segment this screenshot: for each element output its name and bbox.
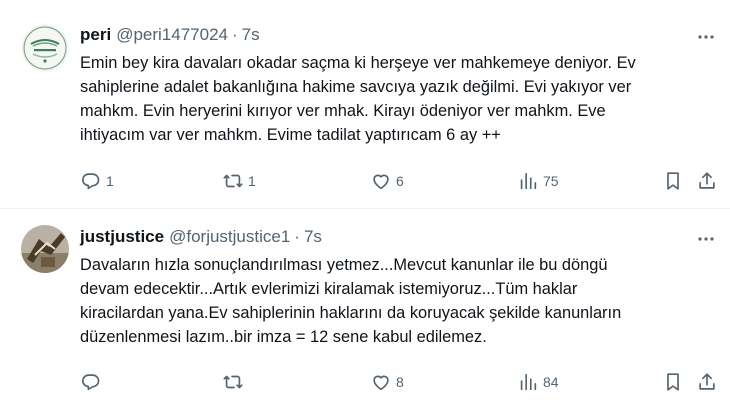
retweet-icon — [223, 375, 243, 389]
reply-button[interactable] — [80, 370, 106, 394]
display-name[interactable]: justjustice — [80, 227, 164, 247]
avatar[interactable] — [21, 24, 69, 72]
tweet[interactable]: justjustice @forjustjustice1 · 7s Davala… — [0, 209, 730, 420]
heart-icon — [373, 375, 389, 391]
user-handle[interactable]: @forjustjustice1 — [169, 227, 290, 247]
separator-dot: · — [231, 25, 238, 44]
circular-logo-avatar-icon — [21, 24, 69, 72]
view-count: 84 — [543, 374, 559, 390]
photo-avatar-icon — [21, 225, 69, 273]
bookmark-icon — [667, 373, 679, 391]
reply-count: 1 — [106, 173, 114, 189]
tweet-header: justjustice @forjustjustice1 · 7s — [80, 226, 322, 248]
tweet-actions: 1 1 6 75 — [80, 169, 720, 193]
bar-chart-icon — [520, 172, 537, 190]
tweet[interactable]: peri @peri1477024 · 7s Emin bey kira dav… — [0, 0, 730, 208]
tweet-text: Emin bey kira davaları okadar saçma ki h… — [80, 54, 636, 144]
retweet-button[interactable]: 1 — [222, 169, 256, 193]
views-button[interactable]: 75 — [517, 169, 559, 193]
reply-icon — [82, 374, 100, 391]
heart-icon — [373, 174, 389, 190]
reply-icon — [82, 173, 100, 190]
retweet-count: 1 — [248, 173, 256, 189]
share-button[interactable] — [696, 370, 718, 394]
timestamp[interactable]: 7s — [304, 227, 322, 247]
tweet-header: peri @peri1477024 · 7s — [80, 24, 260, 46]
bookmark-icon — [667, 172, 679, 190]
share-icon — [699, 373, 715, 390]
user-handle[interactable]: @peri1477024 — [116, 25, 228, 45]
share-button[interactable] — [696, 169, 718, 193]
tweet-text: Davaların hızla sonuçlandırılması yetmez… — [80, 256, 622, 346]
timestamp[interactable]: 7s — [242, 25, 260, 45]
avatar[interactable] — [21, 225, 69, 273]
share-icon — [699, 172, 715, 189]
like-count: 8 — [396, 374, 404, 390]
display-name[interactable]: peri — [80, 25, 111, 45]
bar-chart-icon — [520, 373, 537, 391]
like-button[interactable]: 6 — [370, 169, 404, 193]
separator-dot: · — [294, 227, 300, 246]
more-options-icon[interactable] — [696, 229, 716, 249]
bookmark-button[interactable] — [662, 370, 684, 394]
bookmark-button[interactable] — [662, 169, 684, 193]
tweet-actions: 8 84 — [80, 370, 720, 394]
more-options-icon[interactable] — [696, 27, 716, 47]
like-button[interactable]: 8 — [370, 370, 404, 394]
retweet-button[interactable] — [222, 370, 248, 394]
reply-button[interactable]: 1 — [80, 169, 114, 193]
view-count: 75 — [543, 173, 559, 189]
retweet-icon — [223, 174, 243, 188]
views-button[interactable]: 84 — [517, 370, 559, 394]
like-count: 6 — [396, 173, 404, 189]
